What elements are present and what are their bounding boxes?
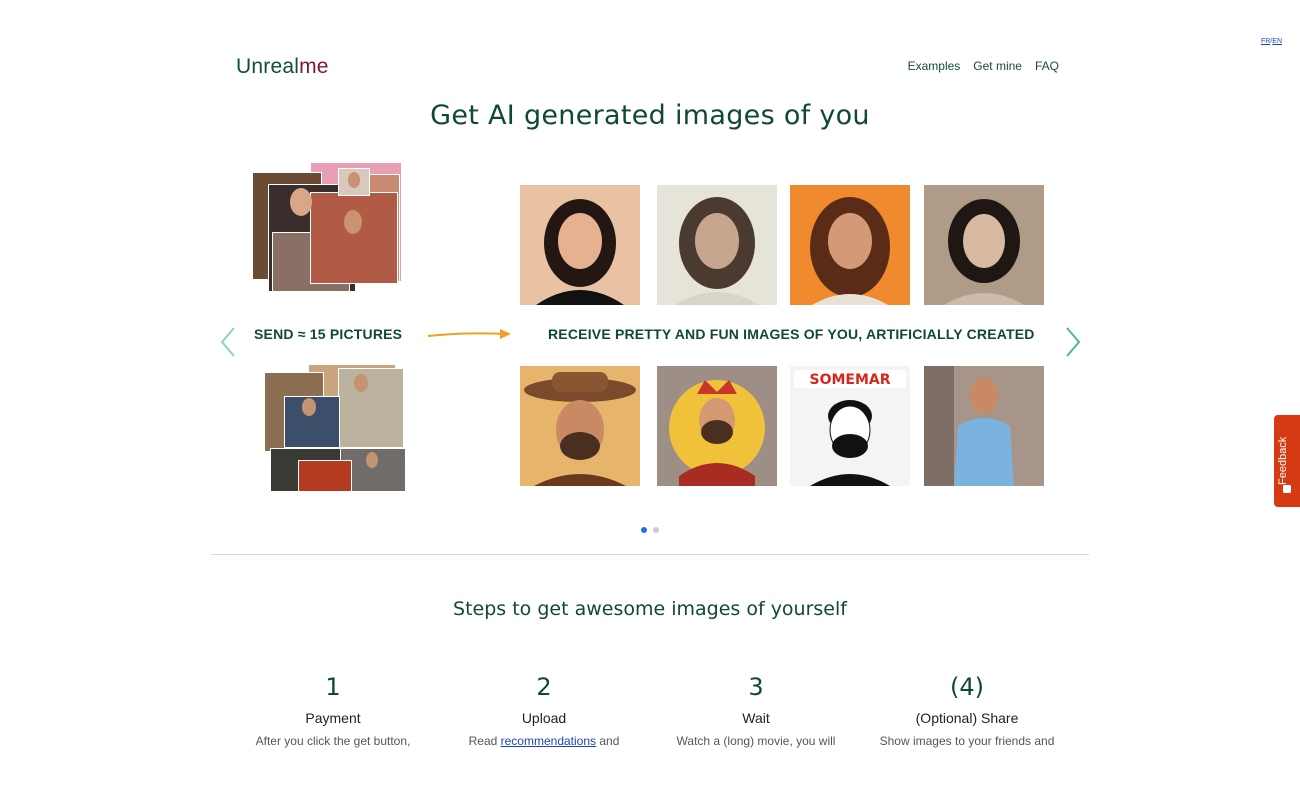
step-payment: 1 Payment After you click the get button… [233,673,433,758]
input-photos-collage-man [264,364,409,494]
carousel-dot-2[interactable] [653,527,659,533]
input-photos-collage-woman [252,162,407,294]
ai-portrait-woman-3 [790,185,910,305]
step-number: 1 [325,673,341,701]
logo-part-unreal: Unreal [236,55,300,78]
step-upload: 2 Upload Read recommendations and [444,673,644,758]
ai-portrait-man-suit [924,366,1044,486]
arrow-right-icon [427,329,511,339]
step-share: (4) (Optional) Share Show images to your… [867,673,1067,758]
nav-faq-link[interactable]: FAQ [1035,59,1059,73]
ai-portrait-man-king [657,366,777,486]
recommendations-link[interactable]: recommendations [501,734,596,748]
ai-portrait-man-comic: SOMEMAR [790,366,910,486]
step-description: Watch a (long) movie, you will [676,734,836,748]
receive-images-label: RECEIVE PRETTY AND FUN IMAGES OF YOU, AR… [548,326,1035,342]
step-name: Payment [305,710,361,726]
ai-portrait-man-cowboy [520,366,640,486]
lang-fr-link[interactable]: FR [1261,38,1270,45]
ai-portrait-woman-2 [657,185,777,305]
lang-en-link[interactable]: EN [1272,38,1282,45]
step-desc-prefix: Read [468,734,501,748]
step-name: (Optional) Share [915,710,1019,726]
step-description: After you click the get button, [255,734,411,748]
nav-get-mine-link[interactable]: Get mine [973,59,1022,73]
step-number: 3 [748,673,764,701]
hero-title: Get AI generated images of you [430,100,870,131]
step-wait: 3 Wait Watch a (long) movie, you will [656,673,856,758]
carousel-prev-button[interactable] [218,326,238,358]
step-desc-suffix: and [596,734,620,748]
svg-text:SOMEMAR: SOMEMAR [809,372,890,388]
top-nav: Examples Get mine FAQ [908,59,1059,73]
step-description: Show images to your friends and [879,734,1055,748]
carousel-dot-1[interactable] [641,527,647,533]
ai-portrait-woman-1 [520,185,640,305]
step-name: Upload [521,710,567,726]
step-description: Read recommendations and [444,732,644,758]
logo-part-me: me [299,55,329,78]
section-divider [211,554,1089,555]
feedback-button[interactable]: Feedback [1274,415,1300,507]
feedback-label: Feedback [1277,436,1289,485]
send-pictures-label: SEND ≈ 15 PICTURES [254,326,403,342]
step-name: Wait [742,710,770,726]
logo[interactable]: Unrealme [236,55,329,79]
step-number: (4) [950,673,984,701]
steps-title: Steps to get awesome images of yourself [453,598,847,620]
step-number: 2 [536,673,552,701]
ai-portrait-woman-4 [924,185,1044,305]
carousel-next-button[interactable] [1063,326,1083,358]
nav-examples-link[interactable]: Examples [908,59,961,73]
carousel-indicators [641,527,659,533]
feedback-icon [1283,485,1291,493]
language-switcher: FR/EN [1261,38,1282,45]
